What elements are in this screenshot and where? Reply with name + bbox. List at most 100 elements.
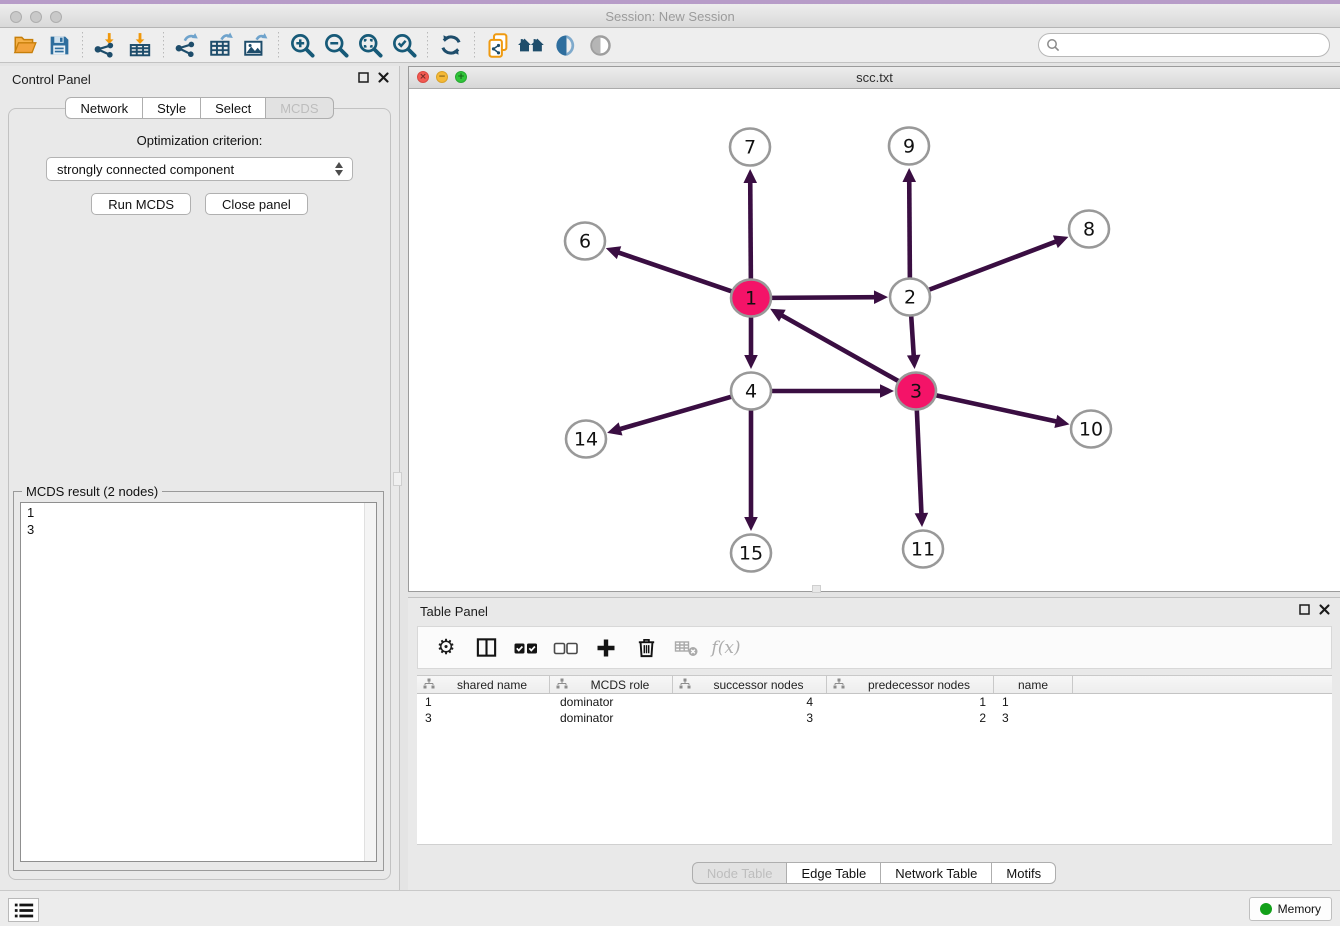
tab-mcds[interactable]: MCDS xyxy=(265,97,333,119)
tree-icon xyxy=(833,676,845,694)
splitter-grip-left[interactable] xyxy=(393,472,402,486)
edge-2-8[interactable] xyxy=(928,235,1069,290)
edge-2-9[interactable] xyxy=(902,168,916,278)
mcds-result-scrollbar[interactable] xyxy=(364,503,376,861)
edge-4-3[interactable] xyxy=(770,384,894,398)
network-canvas-svg: 1 2 3 4 6 7 8 9 10 11 14 15 xyxy=(409,89,1339,591)
edge-4-15[interactable] xyxy=(744,410,758,531)
column-header-name[interactable]: name xyxy=(994,676,1073,693)
open-folder-icon xyxy=(12,32,38,58)
close-panel-button[interactable]: Close panel xyxy=(205,193,308,215)
graph-node-14[interactable]: 14 xyxy=(566,421,606,458)
delete-table-icon xyxy=(674,637,699,659)
float-panel-icon[interactable] xyxy=(358,72,369,83)
table-cell: dominator xyxy=(550,710,673,726)
table-settings-button[interactable]: ⚙ xyxy=(428,631,464,665)
import-network-icon xyxy=(93,32,119,58)
tab-select[interactable]: Select xyxy=(200,97,266,119)
table-panel-title: Table Panel xyxy=(420,604,488,619)
column-header-successor-nodes[interactable]: successor nodes xyxy=(673,676,827,693)
svg-text:8: 8 xyxy=(1083,219,1095,241)
optimization-criterion-label: Optimization criterion: xyxy=(9,133,390,148)
edge-1-2[interactable] xyxy=(770,290,888,304)
hide-selected-button[interactable] xyxy=(583,30,617,60)
search-input[interactable] xyxy=(1038,33,1330,57)
zoom-selected-button[interactable] xyxy=(387,30,421,60)
refresh-button[interactable] xyxy=(434,30,468,60)
tree-icon xyxy=(679,676,691,694)
zoom-fit-button[interactable] xyxy=(353,30,387,60)
network-canvas[interactable]: 1 2 3 4 6 7 8 9 10 11 14 15 xyxy=(409,89,1339,591)
edge-1-7[interactable] xyxy=(743,169,757,279)
graph-node-8[interactable]: 8 xyxy=(1069,211,1109,248)
show-columns-button[interactable] xyxy=(468,631,504,665)
edge-3-10[interactable] xyxy=(935,395,1070,428)
create-column-button[interactable] xyxy=(588,631,624,665)
edge-3-11[interactable] xyxy=(915,410,929,527)
tab-node-table[interactable]: Node Table xyxy=(692,862,788,884)
graph-node-3[interactable]: 3 xyxy=(896,373,936,410)
export-image-button[interactable] xyxy=(238,30,272,60)
graph-node-6[interactable]: 6 xyxy=(565,223,605,260)
tab-network-table[interactable]: Network Table xyxy=(880,862,992,884)
export-table-button[interactable] xyxy=(204,30,238,60)
deselect-all-rows-button[interactable] xyxy=(548,631,584,665)
graph-node-9[interactable]: 9 xyxy=(889,128,929,165)
edge-1-6[interactable] xyxy=(606,246,733,292)
close-panel-icon[interactable] xyxy=(378,72,389,83)
toolbar-separator xyxy=(427,32,428,58)
column-header-predecessor-nodes[interactable]: predecessor nodes xyxy=(827,676,994,693)
run-mcds-button[interactable]: Run MCDS xyxy=(91,193,191,215)
column-header-shared-name[interactable]: shared name xyxy=(417,676,550,693)
graph-node-1[interactable]: 1 xyxy=(731,280,771,317)
tab-motifs[interactable]: Motifs xyxy=(991,862,1056,884)
export-network-icon xyxy=(174,32,200,58)
table-row[interactable]: 1dominator411 xyxy=(417,694,1332,710)
select-all-rows-button[interactable] xyxy=(508,631,544,665)
graph-node-10[interactable]: 10 xyxy=(1071,411,1111,448)
edge-4-14[interactable] xyxy=(607,396,733,435)
graph-node-15[interactable]: 15 xyxy=(731,535,771,572)
mcds-result-area[interactable]: 13 xyxy=(20,502,377,862)
splitter-grip-bottom[interactable] xyxy=(812,585,821,593)
export-network-button[interactable] xyxy=(170,30,204,60)
open-file-button[interactable] xyxy=(8,30,42,60)
table-panel-header: Table Panel xyxy=(408,598,1340,624)
column-label: shared name xyxy=(435,678,549,692)
column-header-MCDS-role[interactable]: MCDS role xyxy=(550,676,673,693)
graph-node-11[interactable]: 11 xyxy=(903,531,943,568)
tab-network[interactable]: Network xyxy=(65,97,143,119)
import-table-icon xyxy=(127,32,153,58)
graph-node-7[interactable]: 7 xyxy=(730,129,770,166)
svg-text:15: 15 xyxy=(739,543,763,565)
close-table-panel-icon[interactable] xyxy=(1319,604,1330,615)
edge-1-4[interactable] xyxy=(744,317,758,369)
criterion-dropdown[interactable]: strongly connected component xyxy=(46,157,353,181)
svg-text:2: 2 xyxy=(904,287,916,309)
edge-2-3[interactable] xyxy=(907,316,921,369)
float-table-panel-icon[interactable] xyxy=(1299,604,1310,615)
delete-table-button[interactable] xyxy=(668,631,704,665)
function-builder-button[interactable]: f(x) xyxy=(708,631,744,665)
first-neighbors-button[interactable] xyxy=(515,30,549,60)
tab-edge-table[interactable]: Edge Table xyxy=(786,862,881,884)
delete-column-button[interactable] xyxy=(628,631,664,665)
apply-layout-button[interactable] xyxy=(481,30,515,60)
window-title: Session: New Session xyxy=(0,9,1340,24)
apply-style-button[interactable] xyxy=(549,30,583,60)
table-row[interactable]: 3dominator323 xyxy=(417,710,1332,726)
graph-node-4[interactable]: 4 xyxy=(731,373,771,410)
import-table-button[interactable] xyxy=(123,30,157,60)
task-history-button[interactable] xyxy=(8,898,39,922)
edge-3-1[interactable] xyxy=(770,309,899,382)
main-toolbar xyxy=(0,28,1340,63)
graph-node-2[interactable]: 2 xyxy=(890,279,930,316)
tab-style[interactable]: Style xyxy=(142,97,201,119)
toolbar-separator xyxy=(474,32,475,58)
zoom-in-button[interactable] xyxy=(285,30,319,60)
zoom-out-button[interactable] xyxy=(319,30,353,60)
app-window: Session: New Session xyxy=(0,0,1340,926)
import-network-button[interactable] xyxy=(89,30,123,60)
memory-button[interactable]: Memory xyxy=(1249,897,1332,921)
save-session-button[interactable] xyxy=(42,30,76,60)
